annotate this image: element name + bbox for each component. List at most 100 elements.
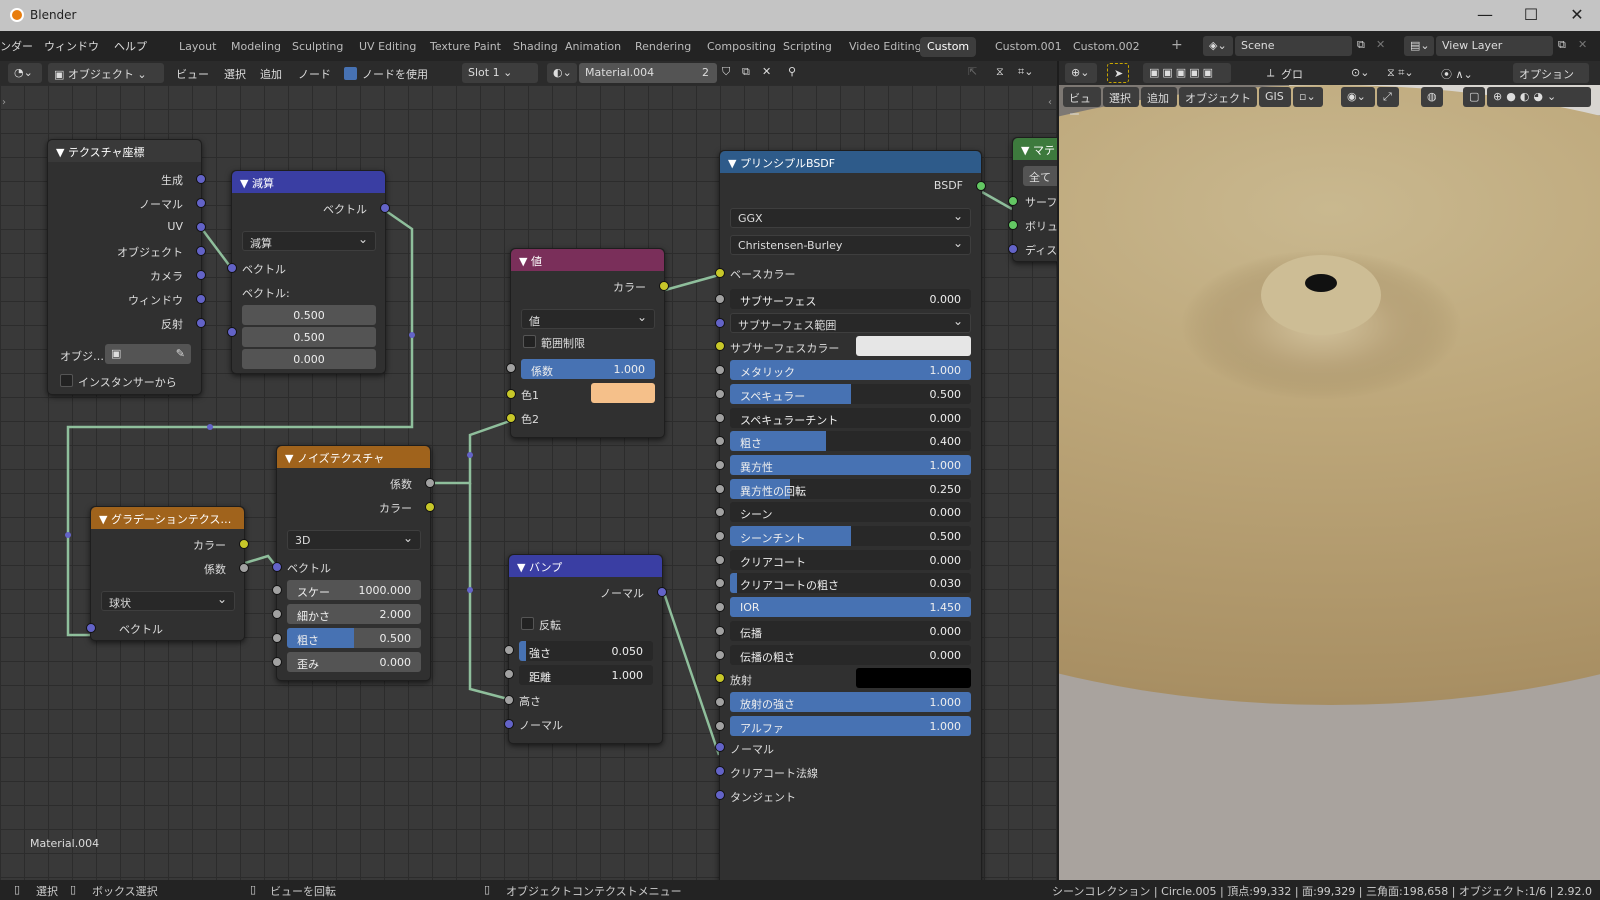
bsdf-param-slider[interactable]: 異方性の回転 0.250 [730, 478, 971, 499]
bsdf-param-slider[interactable]: クリアコート 0.000 [730, 549, 971, 570]
bsdf-param-slider[interactable]: 放射の強さ 1.000 [730, 691, 971, 712]
node-bump[interactable]: ▼ バンプ ノーマル 反転 強さ 0.050 距離 1.000 高さ ノーマル [504, 554, 667, 744]
vp-menu-select[interactable]: 選択 [1103, 87, 1139, 107]
view-layer-browse-icon[interactable]: ▤⌄ [1404, 36, 1434, 56]
editor-type-icon[interactable]: ⊕⌄ [1065, 63, 1097, 83]
socket-param-in[interactable] [715, 412, 725, 423]
toolbar-expand-icon[interactable]: › [2, 97, 6, 108]
node-menu-select[interactable]: 選択 [224, 66, 246, 82]
node-gradient-texture[interactable]: ▼ グラデーションテクス… カラー 係数 球状 ベクトル [86, 506, 249, 641]
node-header[interactable]: ▼ 値 [511, 249, 664, 271]
socket-generated[interactable] [196, 174, 206, 184]
socket-vector-in[interactable] [715, 766, 725, 777]
bsdf-param-slider[interactable]: クリアコートの粗さ 0.030 [730, 573, 971, 594]
editor-type-icon[interactable]: ◔⌄ [8, 63, 42, 83]
clamp-checkbox[interactable] [523, 335, 536, 348]
bsdf-param-slider[interactable]: シーン 0.000 [730, 502, 971, 523]
socket-param-in[interactable] [715, 578, 725, 589]
socket-param-in[interactable] [715, 720, 725, 731]
use-nodes-checkbox[interactable] [344, 67, 357, 80]
xray-icon[interactable]: ▢ [1463, 87, 1485, 107]
socket-normal-out[interactable] [657, 587, 667, 597]
vector-z-field[interactable]: 0.000 [242, 349, 376, 369]
node-mix-value[interactable]: ▼ 値 カラー 値 範囲制限 係数1.000 色1 色2 [506, 248, 669, 438]
bsdf-param-slider[interactable]: スペキュラーチント 0.000 [730, 407, 971, 428]
socket-color-in[interactable] [715, 673, 725, 684]
socket-vector-in[interactable] [715, 742, 725, 753]
3d-viewport[interactable] [1059, 85, 1600, 880]
socket-param-in[interactable] [272, 585, 282, 595]
add-workspace-button[interactable]: + [1171, 37, 1183, 53]
node-menu-add[interactable]: 追加 [260, 66, 282, 82]
bsdf-param-slider[interactable]: メタリック 1.000 [730, 360, 971, 381]
bump-param-slider[interactable]: 強さ 0.050 [519, 641, 653, 661]
socket-displacement-in[interactable] [1008, 244, 1018, 254]
socket-param-in[interactable] [715, 459, 725, 470]
socket-param-in[interactable] [715, 483, 725, 494]
bsdf-color-swatch[interactable] [856, 336, 971, 357]
snap-element-icon[interactable]: ⌗⌄ [1016, 63, 1046, 83]
bsdf-param-slider[interactable]: サブサーフェス 0.000 [730, 289, 971, 309]
socket-normal-in[interactable] [504, 719, 514, 729]
bsdf-param-slider[interactable]: IOR 1.450 [730, 597, 971, 618]
socket-param-in[interactable] [715, 696, 725, 707]
socket-param-in[interactable] [715, 625, 725, 636]
factor-slider[interactable]: 係数 1.000 [521, 359, 655, 379]
view-layer-field[interactable]: View Layer [1436, 36, 1553, 56]
socket-vector-in[interactable] [227, 263, 237, 273]
socket-fac-out[interactable] [425, 478, 435, 488]
blend-mode-dropdown[interactable]: 値 [521, 309, 655, 329]
socket-fac-out[interactable] [239, 563, 249, 573]
workspace-tab[interactable]: Animation [558, 37, 628, 57]
socket-height-in[interactable] [504, 695, 514, 705]
menu-help[interactable]: ヘルプ [114, 38, 147, 54]
view-layer-remove-icon[interactable]: ✕ [1576, 36, 1594, 56]
options-dropdown[interactable]: オプション [1513, 63, 1589, 83]
parent-node-tree-icon[interactable]: ⇱ [966, 63, 984, 83]
workspace-tab[interactable]: Layout [172, 37, 223, 57]
reroute-point[interactable] [409, 332, 415, 338]
reroute-point[interactable] [467, 452, 473, 458]
scene-remove-icon[interactable]: ✕ [1374, 36, 1392, 56]
pivot-point-icon[interactable]: ⊙⌄ [1345, 63, 1375, 83]
from-instancer-checkbox[interactable] [60, 374, 73, 387]
socket-param-in[interactable] [272, 633, 282, 643]
socket-window[interactable] [196, 294, 206, 304]
visibility-icon[interactable]: ◉⌄ [1341, 87, 1375, 107]
reroute-point[interactable] [467, 587, 473, 593]
node-header[interactable]: ▼ マテ [1013, 138, 1057, 160]
vector-x-field[interactable]: 0.500 [242, 305, 376, 325]
socket-param-in[interactable] [272, 657, 282, 667]
bsdf-param-slider[interactable]: 伝播 0.000 [730, 620, 971, 641]
socket-vector-in[interactable] [715, 317, 725, 328]
node-menu-view[interactable]: ビュー [176, 66, 209, 82]
socket-vector-out[interactable] [380, 203, 390, 213]
scene-name-field[interactable]: Scene [1235, 36, 1352, 56]
workspace-tab[interactable]: Rendering [628, 37, 698, 57]
transform-orientation-dropdown[interactable]: グロー… [1275, 63, 1329, 97]
node-header[interactable]: ▼ プリンシプルBSDF [720, 151, 981, 173]
socket-volume-in[interactable] [1008, 220, 1018, 230]
sidebar-expand-icon[interactable]: ‹ [1048, 97, 1052, 108]
socket-color1-in[interactable] [506, 389, 516, 399]
snap-icon[interactable]: ⧖ ⌗⌄ [1381, 63, 1431, 83]
workspace-tab[interactable]: Video Editing [842, 37, 929, 57]
socket-vector-in[interactable] [715, 790, 725, 801]
socket-strength-in[interactable] [504, 645, 514, 655]
shading-mode-icons[interactable]: ⊕●◐◕⌄ [1487, 87, 1591, 107]
transform-orientation-icon[interactable]: ⟂ [1261, 63, 1274, 83]
node-header[interactable]: ▼ テクスチャ座標 [48, 140, 201, 162]
socket-color2-in[interactable] [506, 413, 516, 423]
vp-menu-gis[interactable]: GIS [1259, 87, 1291, 107]
gis-extra-icon[interactable]: ▫⌄ [1293, 87, 1323, 107]
socket-camera[interactable] [196, 270, 206, 280]
socket-param-in[interactable] [715, 602, 725, 613]
socket-param-in[interactable] [715, 649, 725, 660]
node-vector-subtract[interactable]: ▼ 減算 ベクトル 減算 ベクトル ベクトル: 0.500 0.500 0.00… [227, 170, 390, 374]
noise-param-slider[interactable]: 細かさ 2.000 [287, 604, 421, 624]
node-header[interactable]: ▼ グラデーションテクス… [91, 507, 244, 529]
dimensions-dropdown[interactable]: 3D [287, 530, 421, 550]
socket-param-in[interactable] [715, 554, 725, 565]
operation-dropdown[interactable]: 減算 [242, 231, 376, 251]
noise-param-slider[interactable]: 粗さ 0.500 [287, 628, 421, 648]
